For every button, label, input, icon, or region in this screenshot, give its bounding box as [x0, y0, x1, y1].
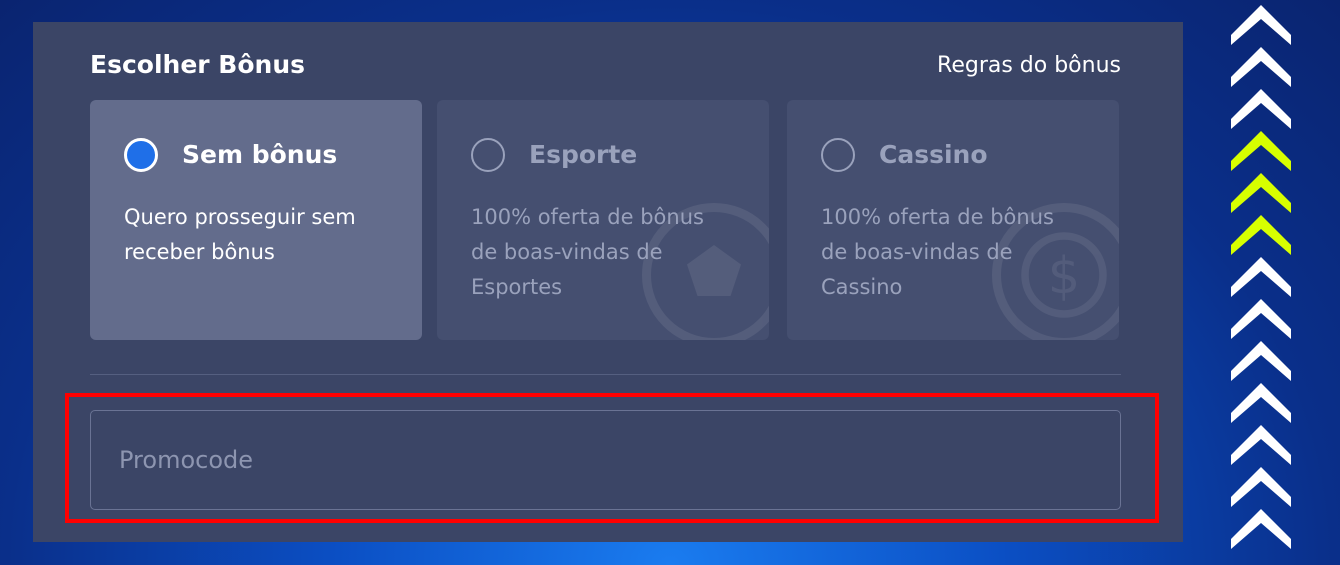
bonus-option-description: 100% oferta de bônus de boas-vindas de C…: [821, 205, 1054, 299]
chevron-stack-icon: [1231, 5, 1291, 549]
bonus-option-sport[interactable]: Esporte 100% oferta de bônus de boas-vin…: [437, 100, 769, 340]
radio-unselected-icon[interactable]: [471, 138, 505, 172]
bonus-option-none[interactable]: Sem bônus Quero prosseguir sem receber b…: [90, 100, 422, 340]
divider: [90, 374, 1121, 375]
chevron-up-icon: [1231, 383, 1291, 423]
promocode-input[interactable]: [90, 410, 1121, 510]
chevron-up-icon: [1231, 341, 1291, 381]
chevron-up-icon: [1231, 215, 1291, 255]
chevron-up-icon: [1231, 257, 1291, 297]
bonus-option-description: Quero prosseguir sem receber bônus: [124, 205, 356, 264]
bonus-rules-link[interactable]: Regras do bônus: [937, 53, 1121, 78]
bonus-option-label: Cassino: [879, 140, 988, 169]
chevron-up-icon: [1231, 509, 1291, 549]
chevron-up-icon: [1231, 47, 1291, 87]
chevron-up-icon: [1231, 467, 1291, 507]
bonus-panel: Escolher Bônus Regras do bônus Sem bônus…: [33, 22, 1183, 542]
bonus-option-description: 100% oferta de bônus de boas-vindas de E…: [471, 205, 704, 299]
chevron-up-icon: [1231, 425, 1291, 465]
radio-unselected-icon[interactable]: [821, 138, 855, 172]
bonus-option-casino[interactable]: $ Cassino 100% oferta de bônus de boas-v…: [787, 100, 1119, 340]
bonus-option-label: Esporte: [529, 140, 638, 169]
chevron-up-icon: [1231, 299, 1291, 339]
radio-selected-icon[interactable]: [124, 138, 158, 172]
bonus-option-label: Sem bônus: [182, 140, 338, 169]
chevron-up-icon: [1231, 89, 1291, 129]
chevron-up-icon: [1231, 5, 1291, 45]
bonus-title: Escolher Bônus: [90, 50, 306, 79]
chevron-up-icon: [1231, 173, 1291, 213]
chevron-up-icon: [1231, 131, 1291, 171]
